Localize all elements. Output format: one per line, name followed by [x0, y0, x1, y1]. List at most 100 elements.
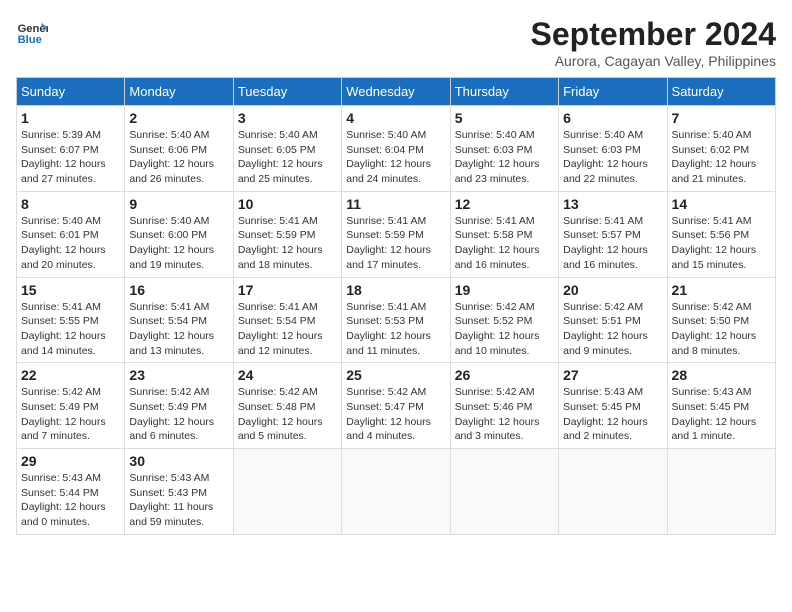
column-header-thursday: Thursday — [450, 78, 558, 106]
column-header-tuesday: Tuesday — [233, 78, 341, 106]
calendar-cell: 21Sunrise: 5:42 AMSunset: 5:50 PMDayligh… — [667, 277, 775, 363]
cell-content: Sunrise: 5:41 AMSunset: 5:57 PMDaylight:… — [563, 214, 662, 273]
week-row-2: 8Sunrise: 5:40 AMSunset: 6:01 PMDaylight… — [17, 191, 776, 277]
cell-content: Sunrise: 5:41 AMSunset: 5:55 PMDaylight:… — [21, 300, 120, 359]
cell-content: Sunrise: 5:41 AMSunset: 5:54 PMDaylight:… — [129, 300, 228, 359]
day-number: 8 — [21, 196, 120, 212]
day-number: 29 — [21, 453, 120, 469]
day-number: 17 — [238, 282, 337, 298]
day-number: 10 — [238, 196, 337, 212]
week-row-1: 1 Sunrise: 5:39 AMSunset: 6:07 PMDaylight… — [17, 106, 776, 192]
month-title: September 2024 — [531, 16, 776, 53]
day-number: 23 — [129, 367, 228, 383]
calendar-cell: 13 Sunrise: 5:41 AMSunset: 5:57 PMDayligh… — [559, 191, 667, 277]
day-number: 28 — [672, 367, 771, 383]
day-number: 9 — [129, 196, 228, 212]
calendar-cell: 27 Sunrise: 5:43 AMSunset: 5:45 PMDayligh… — [559, 363, 667, 449]
cell-content: Sunrise: 5:41 AMSunset: 5:58 PMDaylight:… — [455, 214, 554, 273]
cell-content: Sunrise: 5:42 AMSunset: 5:47 PMDaylight:… — [346, 385, 445, 444]
cell-content: Sunrise: 5:43 AMSunset: 5:43 PMDaylight:… — [129, 471, 228, 530]
cell-content: Sunrise: 5:42 AMSunset: 5:50 PMDaylight:… — [672, 300, 771, 359]
location-subtitle: Aurora, Cagayan Valley, Philippines — [531, 53, 776, 69]
calendar-cell: 20 Sunrise: 5:42 AMSunset: 5:51 PMDayligh… — [559, 277, 667, 363]
calendar-cell — [342, 449, 450, 535]
calendar-cell — [667, 449, 775, 535]
cell-content: Sunrise: 5:41 AMSunset: 5:59 PMDaylight:… — [238, 214, 337, 273]
calendar-cell: 5 Sunrise: 5:40 AMSunset: 6:03 PMDaylight… — [450, 106, 558, 192]
calendar-cell: 15 Sunrise: 5:41 AMSunset: 5:55 PMDayligh… — [17, 277, 125, 363]
day-number: 16 — [129, 282, 228, 298]
calendar-cell: 16 Sunrise: 5:41 AMSunset: 5:54 PMDayligh… — [125, 277, 233, 363]
cell-content: Sunrise: 5:40 AMSunset: 6:03 PMDaylight:… — [563, 128, 662, 187]
cell-content: Sunrise: 5:43 AMSunset: 5:44 PMDaylight:… — [21, 471, 120, 530]
day-number: 22 — [21, 367, 120, 383]
column-header-sunday: Sunday — [17, 78, 125, 106]
day-number: 4 — [346, 110, 445, 126]
day-number: 24 — [238, 367, 337, 383]
calendar-cell — [233, 449, 341, 535]
day-number: 19 — [455, 282, 554, 298]
day-number: 13 — [563, 196, 662, 212]
day-number: 12 — [455, 196, 554, 212]
cell-content: Sunrise: 5:40 AMSunset: 6:06 PMDaylight:… — [129, 128, 228, 187]
column-header-wednesday: Wednesday — [342, 78, 450, 106]
calendar-cell: 7Sunrise: 5:40 AMSunset: 6:02 PMDaylight… — [667, 106, 775, 192]
calendar-cell: 19 Sunrise: 5:42 AMSunset: 5:52 PMDayligh… — [450, 277, 558, 363]
calendar-cell: 25Sunrise: 5:42 AMSunset: 5:47 PMDayligh… — [342, 363, 450, 449]
day-number: 26 — [455, 367, 554, 383]
page-header: General Blue September 2024 Aurora, Caga… — [16, 16, 776, 69]
day-number: 30 — [129, 453, 228, 469]
calendar-cell — [450, 449, 558, 535]
cell-content: Sunrise: 5:41 AMSunset: 5:56 PMDaylight:… — [672, 214, 771, 273]
calendar-cell: 3 Sunrise: 5:40 AMSunset: 6:05 PMDaylight… — [233, 106, 341, 192]
week-row-5: 29 Sunrise: 5:43 AMSunset: 5:44 PMDayligh… — [17, 449, 776, 535]
column-header-friday: Friday — [559, 78, 667, 106]
cell-content: Sunrise: 5:41 AMSunset: 5:53 PMDaylight:… — [346, 300, 445, 359]
calendar-cell: 22 Sunrise: 5:42 AMSunset: 5:49 PMDayligh… — [17, 363, 125, 449]
calendar-cell: 6 Sunrise: 5:40 AMSunset: 6:03 PMDaylight… — [559, 106, 667, 192]
calendar-cell: 28 Sunrise: 5:43 AMSunset: 5:45 PMDayligh… — [667, 363, 775, 449]
cell-content: Sunrise: 5:43 AMSunset: 5:45 PMDaylight:… — [672, 385, 771, 444]
day-number: 6 — [563, 110, 662, 126]
calendar-cell: 12 Sunrise: 5:41 AMSunset: 5:58 PMDayligh… — [450, 191, 558, 277]
calendar-cell: 30 Sunrise: 5:43 AMSunset: 5:43 PMDayligh… — [125, 449, 233, 535]
day-number: 20 — [563, 282, 662, 298]
calendar-cell: 24Sunrise: 5:42 AMSunset: 5:48 PMDayligh… — [233, 363, 341, 449]
calendar-cell: 23 Sunrise: 5:42 AMSunset: 5:49 PMDayligh… — [125, 363, 233, 449]
cell-content: Sunrise: 5:40 AMSunset: 6:00 PMDaylight:… — [129, 214, 228, 273]
day-number: 2 — [129, 110, 228, 126]
cell-content: Sunrise: 5:40 AMSunset: 6:02 PMDaylight:… — [672, 128, 771, 187]
title-area: September 2024 Aurora, Cagayan Valley, P… — [531, 16, 776, 69]
cell-content: Sunrise: 5:42 AMSunset: 5:49 PMDaylight:… — [21, 385, 120, 444]
calendar-cell: 4 Sunrise: 5:40 AMSunset: 6:04 PMDaylight… — [342, 106, 450, 192]
cell-content: Sunrise: 5:40 AMSunset: 6:03 PMDaylight:… — [455, 128, 554, 187]
calendar-header-row: SundayMondayTuesdayWednesdayThursdayFrid… — [17, 78, 776, 106]
day-number: 5 — [455, 110, 554, 126]
day-number: 27 — [563, 367, 662, 383]
logo: General Blue — [16, 16, 48, 48]
cell-content: Sunrise: 5:42 AMSunset: 5:49 PMDaylight:… — [129, 385, 228, 444]
cell-content: Sunrise: 5:40 AMSunset: 6:05 PMDaylight:… — [238, 128, 337, 187]
day-number: 15 — [21, 282, 120, 298]
cell-content: Sunrise: 5:42 AMSunset: 5:52 PMDaylight:… — [455, 300, 554, 359]
calendar-cell: 1 Sunrise: 5:39 AMSunset: 6:07 PMDaylight… — [17, 106, 125, 192]
calendar-cell — [559, 449, 667, 535]
day-number: 1 — [21, 110, 120, 126]
cell-content: Sunrise: 5:42 AMSunset: 5:51 PMDaylight:… — [563, 300, 662, 359]
cell-content: Sunrise: 5:43 AMSunset: 5:45 PMDaylight:… — [563, 385, 662, 444]
svg-text:Blue: Blue — [18, 34, 42, 46]
calendar-cell: 17 Sunrise: 5:41 AMSunset: 5:54 PMDayligh… — [233, 277, 341, 363]
calendar-cell: 29 Sunrise: 5:43 AMSunset: 5:44 PMDayligh… — [17, 449, 125, 535]
calendar-cell: 18 Sunrise: 5:41 AMSunset: 5:53 PMDayligh… — [342, 277, 450, 363]
day-number: 18 — [346, 282, 445, 298]
calendar-cell: 11Sunrise: 5:41 AMSunset: 5:59 PMDayligh… — [342, 191, 450, 277]
calendar-table: SundayMondayTuesdayWednesdayThursdayFrid… — [16, 77, 776, 535]
calendar-cell: 2 Sunrise: 5:40 AMSunset: 6:06 PMDaylight… — [125, 106, 233, 192]
cell-content: Sunrise: 5:41 AMSunset: 5:54 PMDaylight:… — [238, 300, 337, 359]
cell-content: Sunrise: 5:41 AMSunset: 5:59 PMDaylight:… — [346, 214, 445, 273]
cell-content: Sunrise: 5:39 AMSunset: 6:07 PMDaylight:… — [21, 128, 120, 187]
calendar-cell: 9 Sunrise: 5:40 AMSunset: 6:00 PMDaylight… — [125, 191, 233, 277]
column-header-monday: Monday — [125, 78, 233, 106]
day-number: 3 — [238, 110, 337, 126]
cell-content: Sunrise: 5:40 AMSunset: 6:04 PMDaylight:… — [346, 128, 445, 187]
